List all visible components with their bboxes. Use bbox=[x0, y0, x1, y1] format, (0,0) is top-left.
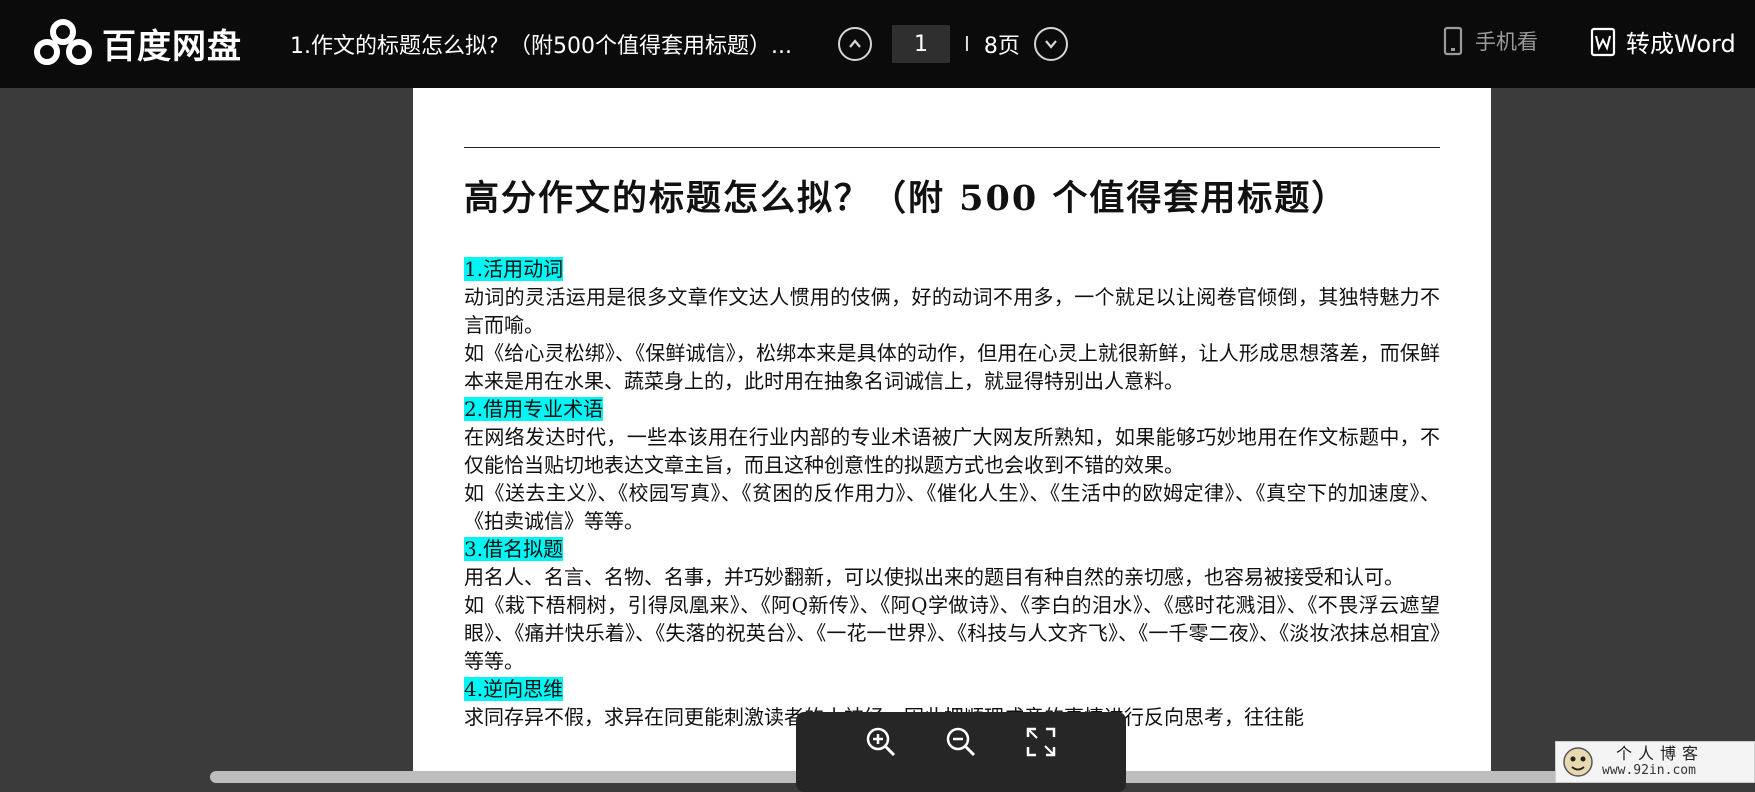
chevron-up-icon bbox=[849, 39, 861, 48]
next-page-button[interactable] bbox=[1033, 27, 1068, 61]
view-on-phone-label: 手机看 bbox=[1475, 30, 1538, 54]
mascot-icon bbox=[1563, 747, 1593, 777]
brand-logo[interactable]: 百度网盘 bbox=[32, 18, 242, 68]
page-number-input[interactable] bbox=[892, 25, 950, 63]
zoom-toolbar bbox=[796, 712, 1126, 792]
brand-name: 百度网盘 bbox=[102, 26, 242, 67]
paragraph: 如《送去主义》、《校园写真》、《贫困的反作用力》、《催化人生》、《生活中的欧姆定… bbox=[464, 481, 1440, 533]
fullscreen-icon[interactable] bbox=[1025, 726, 1057, 758]
header-rule bbox=[464, 147, 1440, 148]
baidu-cloud-logo-icon bbox=[34, 19, 92, 65]
paragraph: 如《给心灵松绑》、《保鲜诚信》，松绑本来是具体的动作，但用在心灵上就很新鲜，让人… bbox=[464, 341, 1440, 393]
convert-to-word-label: 转成Word bbox=[1626, 30, 1736, 58]
page-navigator: I 8页 bbox=[838, 22, 1068, 66]
section-heading: 2.借用专业术语 bbox=[464, 397, 604, 421]
chevron-down-icon bbox=[1045, 40, 1057, 49]
view-on-phone-button[interactable]: 手机看 bbox=[1443, 26, 1538, 56]
paragraph: 动词的灵活运用是很多文章作文达人惯用的伎俩，好的动词不用多，一个就足以让阅卷官倾… bbox=[464, 285, 1440, 337]
paragraph: 用名人、名言、名物、名事，并巧妙翻新，可以使拟出来的题目有种自然的亲切感，也容易… bbox=[464, 565, 1404, 589]
document-page: 高分作文的标题怎么拟？（附 500 个值得套用标题） 1.活用动词 动词的灵活运… bbox=[413, 88, 1491, 783]
section-heading: 4.逆向思维 bbox=[464, 677, 564, 701]
page-separator: I bbox=[964, 32, 970, 56]
previous-page-button[interactable] bbox=[838, 27, 872, 61]
paragraph: 如《栽下梧桐树，引得凤凰来》、《阿Q新传》、《阿Q学做诗》、《李白的泪水》、《感… bbox=[464, 593, 1440, 673]
watermark-title: 个人博客 bbox=[1616, 744, 1705, 763]
document-body: 1.活用动词 动词的灵活运用是很多文章作文达人惯用的伎俩，好的动词不用多，一个就… bbox=[464, 255, 1440, 731]
word-doc-icon bbox=[1590, 27, 1616, 56]
watermark-url: www.92in.com bbox=[1602, 763, 1696, 778]
blog-watermark: 个人博客 www.92in.com bbox=[1555, 741, 1755, 783]
top-bar: 百度网盘 1.作文的标题怎么拟？（附500个值得套用标题）... I 8页 手机… bbox=[0, 0, 1755, 88]
document-heading: 高分作文的标题怎么拟？（附 500 个值得套用标题） bbox=[464, 178, 1349, 219]
zoom-in-icon[interactable] bbox=[865, 726, 897, 758]
zoom-out-icon[interactable] bbox=[945, 726, 977, 758]
document-title: 1.作文的标题怎么拟？（附500个值得套用标题）... bbox=[290, 34, 792, 59]
section-heading: 3.借名拟题 bbox=[464, 537, 564, 561]
phone-icon bbox=[1443, 26, 1463, 56]
paragraph: 在网络发达时代，一些本该用在行业内部的专业术语被广大网友所熟知，如果能够巧妙地用… bbox=[464, 425, 1440, 477]
section-heading: 1.活用动词 bbox=[464, 257, 564, 281]
convert-to-word-button[interactable]: 转成Word bbox=[1590, 24, 1736, 59]
page-total: 8页 bbox=[983, 34, 1020, 59]
